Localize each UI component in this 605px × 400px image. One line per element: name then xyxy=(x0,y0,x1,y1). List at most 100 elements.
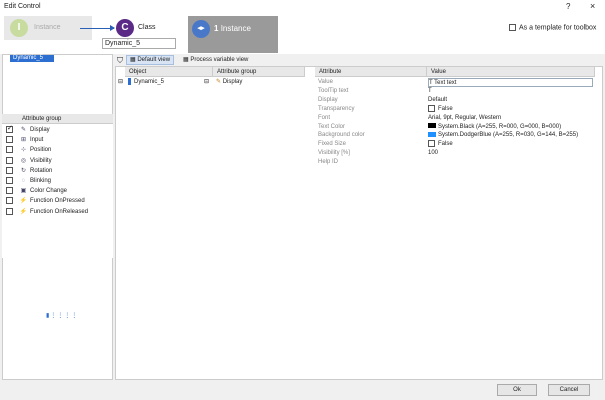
column-attribute[interactable]: Attribute xyxy=(315,67,427,77)
instance-count-label: 1 Instance xyxy=(214,24,251,33)
attribute-group-label: Position xyxy=(30,147,52,154)
attribute-name-cell: Transparency xyxy=(318,105,355,112)
template-checkbox-box[interactable] xyxy=(509,24,516,31)
class-step-icon[interactable]: C xyxy=(116,19,134,37)
column-object[interactable]: Object xyxy=(125,67,213,77)
attribute-group-checkbox[interactable] xyxy=(6,156,13,164)
color-swatch xyxy=(428,132,436,138)
attribute-value-text: False xyxy=(438,105,453,112)
attribute-value-cell[interactable]: T Text text xyxy=(428,78,593,87)
attribute-value-cell[interactable]: Arial, 9pt, Regular, Western xyxy=(428,114,501,123)
tree-item-selected[interactable]: Dynamic_5 xyxy=(10,55,54,62)
attribute-group-checkbox[interactable] xyxy=(6,207,13,215)
attribute-value-cell[interactable]: False xyxy=(428,104,453,114)
position-icon: ⊹ xyxy=(20,147,27,154)
template-checkbox[interactable]: As a template for toolbox xyxy=(509,24,596,31)
attribute-group-item[interactable]: ↻ Rotation xyxy=(6,166,52,176)
ok-button[interactable]: Ok xyxy=(497,384,537,396)
attribute-group-item[interactable]: ✎Display xyxy=(6,124,50,135)
attribute-group-item[interactable]: ⚡ Function OnReleased xyxy=(6,207,88,217)
attribute-value-text: Text text xyxy=(434,80,457,86)
class-step-label: Class xyxy=(138,24,156,31)
group-cell[interactable]: ✎ Display xyxy=(216,78,242,87)
pencil-icon: ✎ xyxy=(20,127,27,133)
attribute-value-text: Default xyxy=(428,96,448,103)
expand-group-icon[interactable]: ⊟ xyxy=(204,78,209,87)
attribute-group-item[interactable]: ⊹ Position xyxy=(6,145,51,155)
attribute-group-label: Rotation xyxy=(30,167,53,174)
attribute-name-cell: Text Color xyxy=(318,123,346,130)
instance-step-icon: I xyxy=(10,19,28,37)
step-arrowhead xyxy=(110,25,115,31)
default-view-button[interactable]: ▦ Default view xyxy=(126,55,175,65)
expand-object-icon[interactable]: ⊟ xyxy=(118,78,123,87)
attribute-group-checkbox[interactable] xyxy=(6,136,13,144)
attribute-value-text: Arial, 9pt, Regular, Western xyxy=(428,114,502,121)
color-icon: ▣ xyxy=(20,188,27,195)
attribute-group-item[interactable]: ▣ Color Change xyxy=(6,186,67,196)
attribute-name-cell: Fixed Size xyxy=(318,141,347,148)
attribute-group-item[interactable]: ◌ Blinking xyxy=(6,176,51,186)
title-bar: Edit Control ? × xyxy=(0,0,605,14)
cancel-button[interactable]: Cancel xyxy=(548,384,590,396)
attribute-value-cell[interactable]: System.Black (A=255, R=000, G=000, B=000… xyxy=(428,123,561,132)
column-attribute-group[interactable]: Attribute group xyxy=(213,67,305,77)
attribute-group-checkbox[interactable] xyxy=(6,197,13,205)
attribute-name-cell: Background color xyxy=(318,132,365,139)
default-view-label: Default view xyxy=(137,57,171,63)
attribute-value-text: System.Black (A=255, R=000, G=000, B=000… xyxy=(438,123,562,130)
step-instance[interactable]: I Instance xyxy=(4,16,92,40)
rotation-icon: ↻ xyxy=(20,167,27,174)
input-icon: ⊞ xyxy=(20,137,27,144)
attribute-value-cell[interactable]: 100 xyxy=(428,149,438,158)
blink-icon: ◌ xyxy=(21,178,26,184)
attribute-group-label: Blinking xyxy=(30,178,52,184)
lightning-icon: ⚡ xyxy=(19,208,28,215)
instance-arrows-icon: ◂▸ xyxy=(192,20,210,38)
attribute-group-label: Function OnReleased xyxy=(30,208,89,215)
value-checkbox[interactable] xyxy=(428,104,435,112)
attribute-value-cell[interactable]: System.DodgerBlue (A=255, R=030, G=144, … xyxy=(428,131,578,140)
attribute-name-cell: Value xyxy=(318,79,333,85)
attribute-name-cell: ToolTip text xyxy=(318,87,349,94)
attribute-group-checkbox[interactable] xyxy=(6,187,13,195)
attribute-value-text: 100 xyxy=(428,150,439,157)
object-cell[interactable]: Dynamic_5 xyxy=(128,78,164,87)
attribute-value-text: False xyxy=(438,141,453,148)
attribute-group-item[interactable]: ◎ Visibility xyxy=(6,156,52,166)
attribute-value-text: T xyxy=(428,87,432,94)
lightning-icon: ⚡ xyxy=(19,198,28,205)
attribute-group-checkbox[interactable] xyxy=(6,176,13,184)
color-swatch xyxy=(428,123,436,129)
attribute-group-label: Display xyxy=(30,127,50,133)
filter-icon[interactable]: ⛉ xyxy=(117,56,123,66)
attribute-group-checkbox[interactable] xyxy=(6,166,13,174)
value-checkbox[interactable] xyxy=(428,140,435,148)
attribute-value-text: System.DodgerBlue (A=255, R=030, G=144, … xyxy=(438,132,579,139)
attribute-name-cell: Font xyxy=(318,114,331,121)
window-title: Edit Control xyxy=(4,3,41,10)
attribute-value-cell[interactable]: T xyxy=(428,87,432,96)
attribute-name-cell: Display xyxy=(318,96,338,103)
process-view-button[interactable]: ▦ Process variable view xyxy=(183,55,248,65)
attribute-group-label: Input xyxy=(30,137,44,144)
help-button[interactable]: ? xyxy=(566,2,570,11)
attribute-group-header: Attribute group xyxy=(2,114,113,124)
attribute-group-checkbox[interactable] xyxy=(6,124,13,134)
attribute-value-cell[interactable]: Default xyxy=(428,96,447,105)
thumbnail-dots: ▮⋮⋮⋮⋮ xyxy=(46,313,79,319)
instance-step-label: Instance xyxy=(34,24,61,31)
attribute-name-cell: Visibility [%] xyxy=(318,150,350,157)
attribute-name-cell: Help ID xyxy=(318,159,339,166)
column-value[interactable]: Value xyxy=(427,67,595,77)
attribute-value-cell[interactable]: False xyxy=(428,140,453,149)
instance-count-block[interactable]: ◂▸ 1 Instance xyxy=(188,16,278,53)
attribute-group-label: Visibility xyxy=(30,157,52,164)
step-arrow xyxy=(80,28,114,29)
attribute-group-label: Color Change xyxy=(30,188,68,195)
attribute-group-item[interactable]: ⊞ Input xyxy=(6,135,43,145)
attribute-group-checkbox[interactable] xyxy=(6,146,13,154)
close-button[interactable]: × xyxy=(590,1,595,11)
name-input[interactable]: Dynamic_5 xyxy=(102,38,176,49)
attribute-group-item[interactable]: ⚡ Function OnPressed xyxy=(6,196,85,206)
